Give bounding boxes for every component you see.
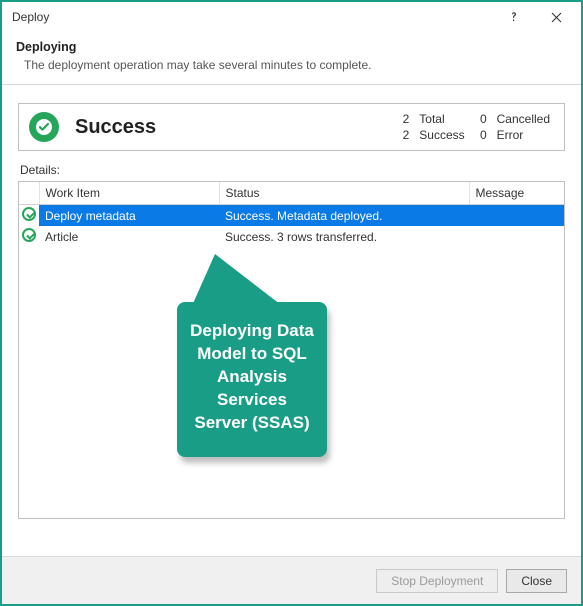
summary-counts: 2 Total 0 Cancelled 2 Success 0 Error — [397, 112, 554, 142]
window-title: Deploy — [12, 10, 493, 24]
help-button[interactable] — [493, 3, 535, 31]
row-status-text: Success. Metadata deployed. — [219, 205, 469, 227]
summary-status: Success — [71, 116, 385, 139]
header-subtitle: The deployment operation may take severa… — [16, 58, 567, 72]
dialog-footer: Stop Deployment Close — [2, 556, 581, 604]
details-label: Details: — [20, 163, 565, 177]
row-status-text: Success. 3 rows transferred. — [219, 226, 469, 247]
stop-deployment-button[interactable]: Stop Deployment — [376, 569, 498, 593]
close-button[interactable]: Close — [506, 569, 567, 593]
row-status-icon — [19, 205, 39, 227]
header-title: Deploying — [16, 40, 567, 54]
col-message[interactable]: Message — [469, 182, 564, 205]
count-total-l: Total — [419, 112, 464, 126]
col-work-item[interactable]: Work Item — [39, 182, 219, 205]
row-work-item: Article — [39, 226, 219, 247]
count-success-n: 2 — [397, 128, 409, 142]
check-icon — [22, 228, 36, 242]
row-work-item: Deploy metadata — [39, 205, 219, 227]
count-cancelled-l: Cancelled — [497, 112, 550, 126]
help-icon — [508, 11, 520, 23]
details-table-container: Work Item Status Message Deploy metadata… — [18, 181, 565, 519]
summary-panel: Success 2 Total 0 Cancelled 2 Success 0 … — [18, 103, 565, 151]
success-icon — [29, 112, 59, 142]
table-row[interactable]: Deploy metadata Success. Metadata deploy… — [19, 205, 564, 227]
close-window-button[interactable] — [535, 3, 577, 31]
row-message — [469, 226, 564, 247]
dialog-header: Deploying The deployment operation may t… — [2, 32, 581, 85]
table-header-row: Work Item Status Message — [19, 182, 564, 205]
count-success-l: Success — [419, 128, 464, 142]
col-icon[interactable] — [19, 182, 39, 205]
count-cancelled-n: 0 — [475, 112, 487, 126]
dialog-content: Success 2 Total 0 Cancelled 2 Success 0 … — [2, 85, 581, 519]
close-icon — [551, 12, 562, 23]
titlebar: Deploy — [2, 2, 581, 32]
details-table: Work Item Status Message Deploy metadata… — [19, 182, 564, 247]
table-row[interactable]: Article Success. 3 rows transferred. — [19, 226, 564, 247]
count-error-n: 0 — [475, 128, 487, 142]
row-status-icon — [19, 226, 39, 247]
count-error-l: Error — [497, 128, 550, 142]
check-icon — [22, 207, 36, 221]
count-total-n: 2 — [397, 112, 409, 126]
row-message — [469, 205, 564, 227]
col-status[interactable]: Status — [219, 182, 469, 205]
